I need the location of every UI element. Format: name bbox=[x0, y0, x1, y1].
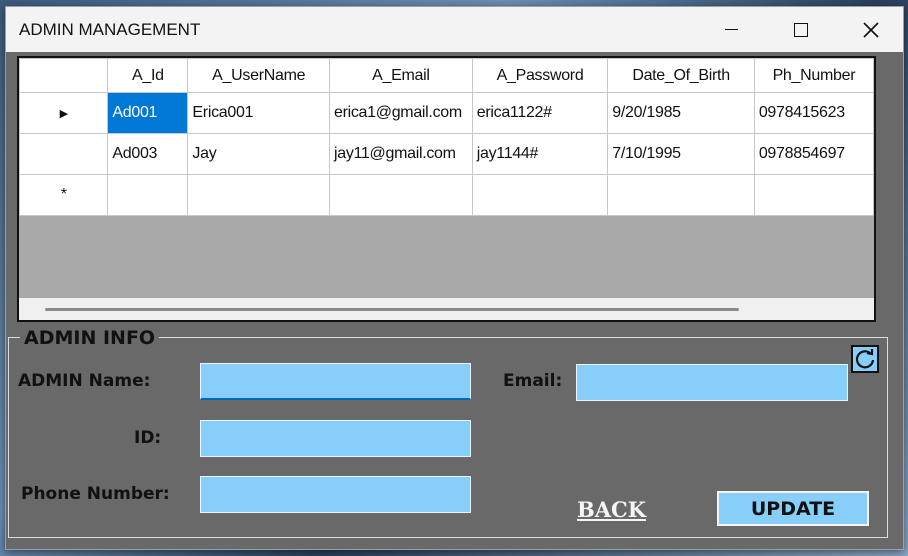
groupbox-title: ADMIN INFO bbox=[20, 327, 160, 349]
column-header[interactable]: A_Email bbox=[328, 58, 473, 93]
table-cell[interactable]: jay11@gmail.com bbox=[328, 133, 473, 175]
row-header-corner bbox=[19, 58, 109, 93]
table-cell[interactable] bbox=[471, 174, 609, 216]
table-cell[interactable]: 9/20/1985 bbox=[607, 92, 755, 134]
table-row[interactable]: Ad003 Jay jay11@gmail.com jay1144# 7/10/… bbox=[19, 133, 874, 175]
table-cell[interactable]: erica1@gmail.com bbox=[328, 92, 473, 134]
admin-table: A_Id A_UserName A_Email A_Password Date_… bbox=[19, 58, 874, 216]
scrollbar-thumb[interactable] bbox=[45, 308, 739, 311]
column-header[interactable]: Ph_Number bbox=[753, 58, 874, 93]
horizontal-scrollbar[interactable] bbox=[19, 298, 874, 320]
table-header-row: A_Id A_UserName A_Email A_Password Date_… bbox=[19, 58, 874, 93]
table-cell[interactable]: jay1144# bbox=[471, 133, 609, 175]
current-row-icon: ▶ bbox=[59, 108, 68, 120]
table-cell[interactable]: Ad003 bbox=[107, 133, 189, 175]
table-row[interactable]: ▶ Ad001 Erica001 erica1@gmail.com erica1… bbox=[19, 92, 874, 134]
admin-name-label: ADMIN Name: bbox=[18, 371, 151, 391]
title-bar: ADMIN MANAGEMENT bbox=[6, 7, 903, 52]
id-input[interactable] bbox=[200, 420, 471, 457]
table-cell[interactable]: Erica001 bbox=[187, 92, 330, 134]
table-cell[interactable]: Ad001 bbox=[107, 92, 189, 134]
new-row-header[interactable]: * bbox=[19, 174, 109, 216]
column-header[interactable]: A_UserName bbox=[187, 58, 330, 93]
table-cell[interactable]: 7/10/1995 bbox=[607, 133, 755, 175]
refresh-icon bbox=[855, 349, 875, 369]
admin-name-input[interactable] bbox=[200, 363, 471, 400]
maximize-icon bbox=[794, 22, 808, 37]
table-cell[interactable] bbox=[753, 174, 874, 216]
table-cell[interactable]: erica1122# bbox=[471, 92, 609, 134]
email-input[interactable] bbox=[576, 364, 848, 401]
close-icon bbox=[863, 21, 879, 38]
column-header[interactable]: A_Password bbox=[471, 58, 609, 93]
admin-data-grid[interactable]: A_Id A_UserName A_Email A_Password Date_… bbox=[17, 56, 876, 322]
row-header[interactable] bbox=[19, 133, 109, 175]
column-header[interactable]: A_Id bbox=[107, 58, 189, 93]
maximize-button[interactable] bbox=[766, 7, 836, 52]
window-title: ADMIN MANAGEMENT bbox=[19, 20, 201, 39]
phone-number-input[interactable] bbox=[200, 476, 471, 513]
minimize-icon bbox=[724, 28, 738, 31]
new-row[interactable]: * bbox=[19, 174, 874, 216]
refresh-button[interactable] bbox=[851, 345, 879, 373]
column-header[interactable]: Date_Of_Birth bbox=[607, 58, 755, 93]
table-cell[interactable] bbox=[607, 174, 755, 216]
email-label: Email: bbox=[503, 371, 563, 391]
table-cell[interactable] bbox=[187, 174, 330, 216]
table-cell[interactable] bbox=[328, 174, 473, 216]
table-cell[interactable]: 0978415623 bbox=[753, 92, 874, 134]
update-button[interactable]: UPDATE bbox=[717, 491, 869, 526]
table-cell[interactable] bbox=[107, 174, 189, 216]
back-link[interactable]: BACK bbox=[577, 497, 646, 522]
close-button[interactable] bbox=[836, 7, 906, 52]
row-header-current[interactable]: ▶ bbox=[19, 92, 109, 134]
table-cell[interactable]: Jay bbox=[187, 133, 330, 175]
phone-number-label: Phone Number: bbox=[21, 484, 170, 504]
id-label: ID: bbox=[134, 428, 162, 448]
new-row-icon: * bbox=[60, 186, 67, 203]
minimize-button[interactable] bbox=[696, 7, 766, 52]
table-cell[interactable]: 0978854697 bbox=[753, 133, 874, 175]
